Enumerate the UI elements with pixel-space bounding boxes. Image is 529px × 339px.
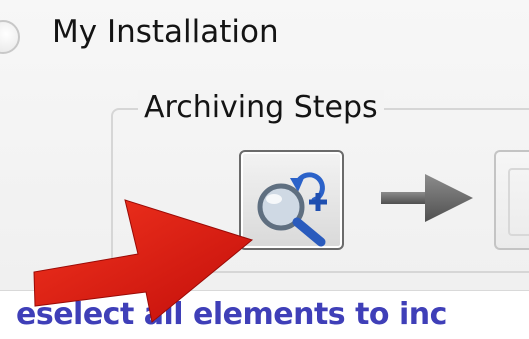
installation-radio-button[interactable] bbox=[0, 20, 20, 54]
options-panel: My Installation Archiving Steps bbox=[0, 0, 529, 290]
archiving-steps-title: Archiving Steps bbox=[138, 90, 384, 125]
separator-line bbox=[0, 290, 529, 291]
next-step-button[interactable] bbox=[494, 150, 529, 250]
installer-window-crop: My Installation Archiving Steps eselect … bbox=[0, 0, 529, 339]
step-placeholder-icon bbox=[508, 168, 529, 236]
magnifier-refresh-add-icon bbox=[257, 172, 327, 247]
preselect-instruction-text: eselect all elements to inc bbox=[16, 297, 447, 332]
preselect-step-button[interactable] bbox=[239, 150, 344, 250]
arrow-right-icon bbox=[381, 174, 473, 222]
installation-label[interactable]: My Installation bbox=[52, 14, 279, 50]
